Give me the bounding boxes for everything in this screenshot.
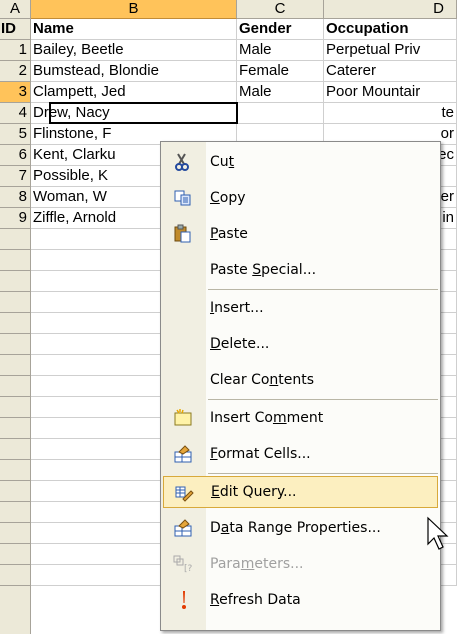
row-number[interactable]: 1 [0,40,31,61]
menu-item-label: Refresh Data [210,592,301,608]
copy-icon [173,188,193,208]
row-number[interactable] [0,418,31,439]
menu-item-delete[interactable]: Delete... [163,328,438,360]
row-number[interactable]: 7 [0,166,31,187]
row-number[interactable] [0,565,31,586]
menu-item-label: Clear Contents [210,372,315,388]
edit-query-icon [174,483,194,503]
refresh-data-icon [173,590,193,610]
cell-occupation[interactable]: Perpetual Priv [324,40,457,61]
row-number[interactable] [0,355,31,376]
cell-occupation[interactable]: Caterer [324,61,457,82]
row-number[interactable] [0,313,31,334]
row-number[interactable] [0,439,31,460]
cell-name[interactable]: Bailey, Beetle [31,40,237,61]
cell-gender[interactable]: Male [237,82,324,103]
column-header-D[interactable]: D [324,0,457,19]
row-number[interactable]: 2 [0,61,31,82]
row-number[interactable]: 9 [0,208,31,229]
insert-comment-icon [173,408,193,428]
menu-item-label: Format Cells... [210,446,311,462]
menu-item-clear-contents[interactable]: Clear Contents [163,364,438,396]
row-number[interactable] [0,229,31,250]
column-header-B[interactable]: B [31,0,237,19]
menu-item-label: Insert Comment [210,410,324,426]
menu-item-label: Cut [210,154,235,170]
cut-icon [173,152,193,172]
cell-gender[interactable] [237,103,324,124]
menu-item-data-range-properties[interactable]: Data Range Properties... [163,512,438,544]
row-number[interactable] [0,397,31,418]
data-range-properties-icon [173,518,193,538]
menu-item-label: Parameters... [210,556,304,572]
menu-item-format-cells[interactable]: Format Cells... [163,438,438,470]
row-number[interactable] [0,460,31,481]
menu-item-label: Edit Query... [211,484,297,500]
menu-item-paste[interactable]: Paste [163,218,438,250]
cell-occupation[interactable]: te [324,103,457,124]
menu-item-cut[interactable]: Cut [163,146,438,178]
row-number[interactable]: 3 [0,82,31,103]
menu-item-edit-query[interactable]: Edit Query... [163,476,438,508]
header-name[interactable]: Name [31,19,237,40]
row-number[interactable]: 4 [0,103,31,124]
row-number[interactable] [0,544,31,565]
menu-item-label: Copy [210,190,246,206]
header-occupation[interactable]: Occupation [324,19,457,40]
format-cells-icon [173,444,193,464]
menu-item-label: Paste [210,226,248,242]
menu-separator [208,473,438,474]
menu-item-label: Delete... [210,336,270,352]
column-header-A[interactable]: A [0,0,31,19]
menu-item-label: Insert... [210,300,264,316]
row-number[interactable] [0,292,31,313]
menu-item-parameters[interactable]: [?] Parameters... [163,548,438,580]
svg-text:[?]: [?] [184,564,193,574]
menu-separator [208,289,438,290]
header-gender[interactable]: Gender [237,19,324,40]
cell-occupation[interactable]: Poor Mountair [324,82,457,103]
menu-item-copy[interactable]: Copy [163,182,438,214]
cell-name[interactable]: Clampett, Jed [31,82,237,103]
row-number[interactable]: 6 [0,145,31,166]
row-number[interactable] [0,271,31,292]
cell-name[interactable]: Bumstead, Blondie [31,61,237,82]
row-number[interactable]: 8 [0,187,31,208]
menu-separator [208,399,438,400]
cell-gender[interactable]: Male [237,40,324,61]
menu-item-insert[interactable]: Insert... [163,292,438,324]
row-number[interactable] [0,481,31,502]
row-number[interactable] [0,502,31,523]
menu-item-label: Data Range Properties... [210,520,381,536]
menu-item-paste-special[interactable]: Paste Special... [163,254,438,286]
context-menu: Cut Copy Paste Paste Special... Insert... Del… [160,141,441,631]
header-id: ID [0,19,31,40]
row-number[interactable] [0,523,31,544]
menu-item-label: Paste Special... [210,262,317,278]
row-number[interactable]: 5 [0,124,31,145]
row-number[interactable] [0,376,31,397]
row-number[interactable] [0,334,31,355]
column-header-C[interactable]: C [237,0,324,19]
paste-icon [173,224,193,244]
cell-name[interactable]: Drew, Nacy [31,103,237,124]
menu-item-refresh-data[interactable]: Refresh Data [163,584,438,616]
mouse-cursor-icon [427,516,449,550]
menu-item-insert-comment[interactable]: Insert Comment [163,402,438,434]
parameters-icon: [?] [173,554,196,574]
row-number[interactable] [0,250,31,271]
cell-gender[interactable]: Female [237,61,324,82]
